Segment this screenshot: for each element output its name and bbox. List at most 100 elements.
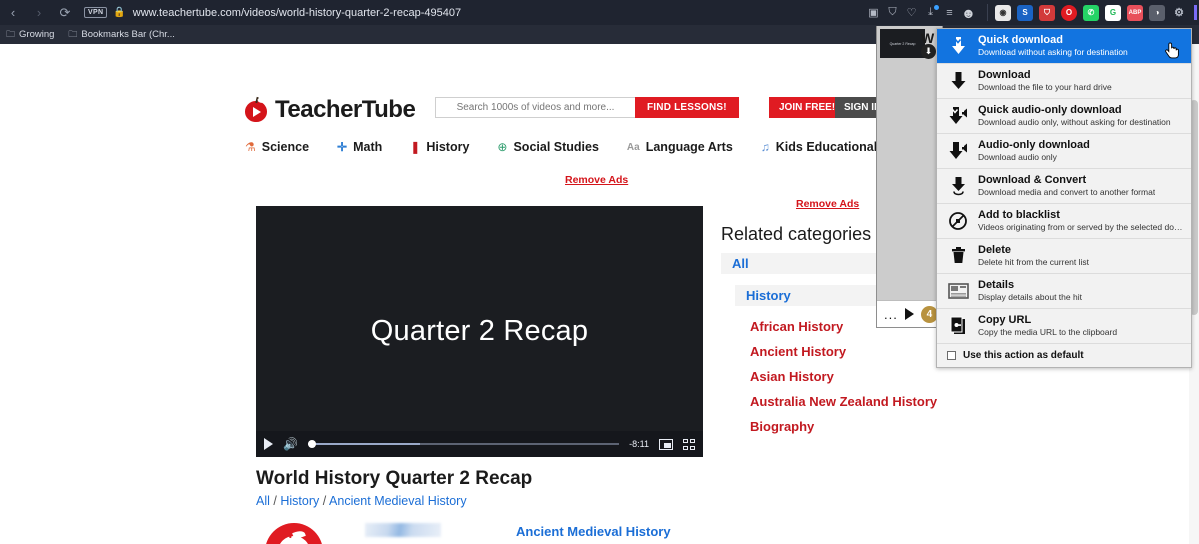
video-category-link[interactable]: Ancient Medieval History (516, 524, 671, 539)
volume-icon[interactable]: 🔊 (283, 437, 298, 451)
menu-item-subtitle: Download audio only, without asking for … (978, 117, 1171, 127)
menu-item-delete[interactable]: Delete Delete hit from the current list (937, 239, 1191, 274)
menu-item-quick-audio-only-download[interactable]: Quick audio-only download Download audio… (937, 99, 1191, 134)
menu-item-audio-only-download[interactable]: Audio-only download Download audio only (937, 134, 1191, 169)
menu-item-title: Details (978, 279, 1015, 291)
ext-colors-icon[interactable]: ◑ (1149, 4, 1165, 21)
related-item-all[interactable]: All (721, 253, 887, 274)
bookmark-label: Bookmarks Bar (Chr... (81, 29, 175, 40)
flask-icon: ⚗ (245, 140, 256, 154)
lock-icon: 🔒 (113, 7, 126, 18)
search-input[interactable] (435, 97, 635, 118)
menu-item-title: Add to blacklist (978, 209, 1060, 221)
fullscreen-icon[interactable] (683, 438, 695, 450)
menu-item-download-and-convert[interactable]: Download & Convert Download media and co… (937, 169, 1191, 204)
nav-item-math[interactable]: ✛ Math (337, 140, 382, 154)
nav-item-social-studies[interactable]: ⊕ Social Studies (497, 140, 599, 154)
site-logo-text: TeacherTube (275, 96, 416, 123)
ext-opera-icon[interactable]: O (1061, 4, 1077, 21)
progress-bar[interactable] (307, 438, 620, 450)
ext-shield-red-icon[interactable]: ⛉ (1039, 4, 1055, 21)
forward-button[interactable]: › (26, 0, 52, 25)
screenshot-icon[interactable]: ▣ (864, 3, 883, 22)
avatar[interactable] (265, 523, 323, 544)
menu-item-title: Quick audio-only download (978, 104, 1122, 116)
site-logo[interactable]: TeacherTube (245, 96, 416, 124)
reload-button[interactable]: ⟳ (52, 0, 78, 25)
menu-item-title: Download (978, 69, 1031, 81)
remove-ads-link-top[interactable]: Remove Ads (565, 174, 628, 186)
breadcrumb-sep: / (322, 494, 327, 508)
menu-item-download[interactable]: Download Download the file to your hard … (937, 64, 1191, 99)
music-note-icon: ♫ (760, 140, 770, 154)
ext-settings-icon[interactable]: ◉ (995, 4, 1011, 21)
bookmark-label: Growing (19, 29, 55, 40)
picture-in-picture-icon[interactable] (659, 438, 673, 450)
join-free-button[interactable]: JOIN FREE! (769, 97, 846, 118)
breadcrumb-ancient-medieval-history[interactable]: Ancient Medieval History (329, 494, 467, 508)
search-area: FIND LESSONS! (435, 97, 739, 118)
mouse-cursor (1165, 42, 1179, 60)
ext-abp-icon[interactable]: ABP (1127, 4, 1143, 21)
vpn-badge[interactable]: VPN (84, 7, 108, 18)
download-helper-panel: Quarter 2 Recap ... 4 (876, 26, 944, 328)
menu-footer-default-action[interactable]: Use this action as default (937, 344, 1191, 367)
quick-audio-download-icon (947, 106, 969, 126)
toolbar-divider (987, 4, 988, 21)
download-helper-thumbnail[interactable]: Quarter 2 Recap (880, 29, 925, 58)
menu-item-subtitle: Download media and convert to another fo… (978, 187, 1156, 197)
related-sub-asian-history[interactable]: Asian History (750, 369, 834, 384)
bookmark-growing[interactable]: 🗀 Growing (6, 27, 54, 43)
audio-download-icon (947, 141, 969, 161)
related-sub-biography[interactable]: Biography (750, 419, 814, 434)
plus-icon: ✛ (337, 140, 348, 154)
menu-item-quick-download[interactable]: Quick download Download without asking f… (937, 29, 1191, 64)
menu-item-title: Copy URL (978, 314, 1032, 326)
uploader-name-blurred (365, 523, 441, 537)
menu-item-title: Audio-only download (978, 139, 1090, 151)
back-button[interactable]: ‹ (0, 0, 26, 25)
ext-whatsapp-icon[interactable]: ✆ (1083, 4, 1099, 21)
download-helper-icon[interactable]: ⤓ (921, 3, 940, 22)
breadcrumb: All / History / Ancient Medieval History (256, 494, 467, 508)
progress-buffer (307, 443, 420, 445)
video-player[interactable]: Quarter 2 Recap 🔊 -8:11 (256, 206, 703, 457)
nav-item-science[interactable]: ⚗ Science (245, 140, 309, 154)
menu-item-copy-url[interactable]: Copy URL Copy the media URL to the clipb… (937, 309, 1191, 344)
ext-grammarly-icon[interactable]: G (1105, 4, 1121, 21)
play-button[interactable] (264, 438, 273, 450)
nav-label: Math (353, 140, 383, 154)
panel-play-icon[interactable] (904, 308, 914, 320)
aa-icon: Aa (626, 141, 640, 153)
menu-item-details[interactable]: Details Display details about the hit (937, 274, 1191, 309)
menu-item-title: Download & Convert (978, 174, 1087, 186)
profile-avatar[interactable]: ☻ (959, 3, 978, 22)
related-item-history[interactable]: History (735, 285, 887, 306)
sliders-icon[interactable]: ≡ (940, 3, 959, 22)
ext-s-icon[interactable]: S (1017, 4, 1033, 21)
heart-icon[interactable]: ♡ (902, 3, 921, 22)
globe-icon: ⊕ (497, 140, 508, 154)
address-bar[interactable]: www.teachertube.com/videos/world-history… (133, 7, 461, 19)
remove-ads-link-right[interactable]: Remove Ads (796, 198, 859, 210)
find-lessons-button[interactable]: FIND LESSONS! (635, 97, 739, 118)
breadcrumb-all[interactable]: All (256, 494, 270, 508)
nav-item-language-arts[interactable]: Aa Language Arts (627, 140, 733, 154)
related-sub-african-history[interactable]: African History (750, 319, 843, 334)
nav-item-history[interactable]: ❚ History (410, 140, 469, 154)
more-options-icon[interactable]: ... (884, 308, 898, 321)
ext-gear-icon[interactable]: ⚙ (1171, 5, 1187, 21)
related-sub-ancient-history[interactable]: Ancient History (750, 344, 846, 359)
menu-item-add-to-blacklist[interactable]: Add to blacklist Videos originating from… (937, 204, 1191, 239)
related-categories-heading: Related categories (721, 224, 872, 244)
checkbox-unchecked-icon[interactable] (947, 351, 956, 360)
bookmark-bar-chr[interactable]: 🗀 Bookmarks Bar (Chr... (68, 27, 174, 43)
related-sub-australia-new-zealand-history[interactable]: Australia New Zealand History (750, 394, 937, 409)
progress-handle[interactable] (307, 440, 316, 448)
trash-icon (947, 246, 969, 266)
toolbar-accent-bar (1194, 5, 1197, 20)
nav-label: Language Arts (645, 140, 733, 154)
shield-icon[interactable]: ⛉ (883, 3, 902, 22)
menu-item-title: Delete (978, 244, 1012, 256)
breadcrumb-history[interactable]: History (280, 494, 319, 508)
